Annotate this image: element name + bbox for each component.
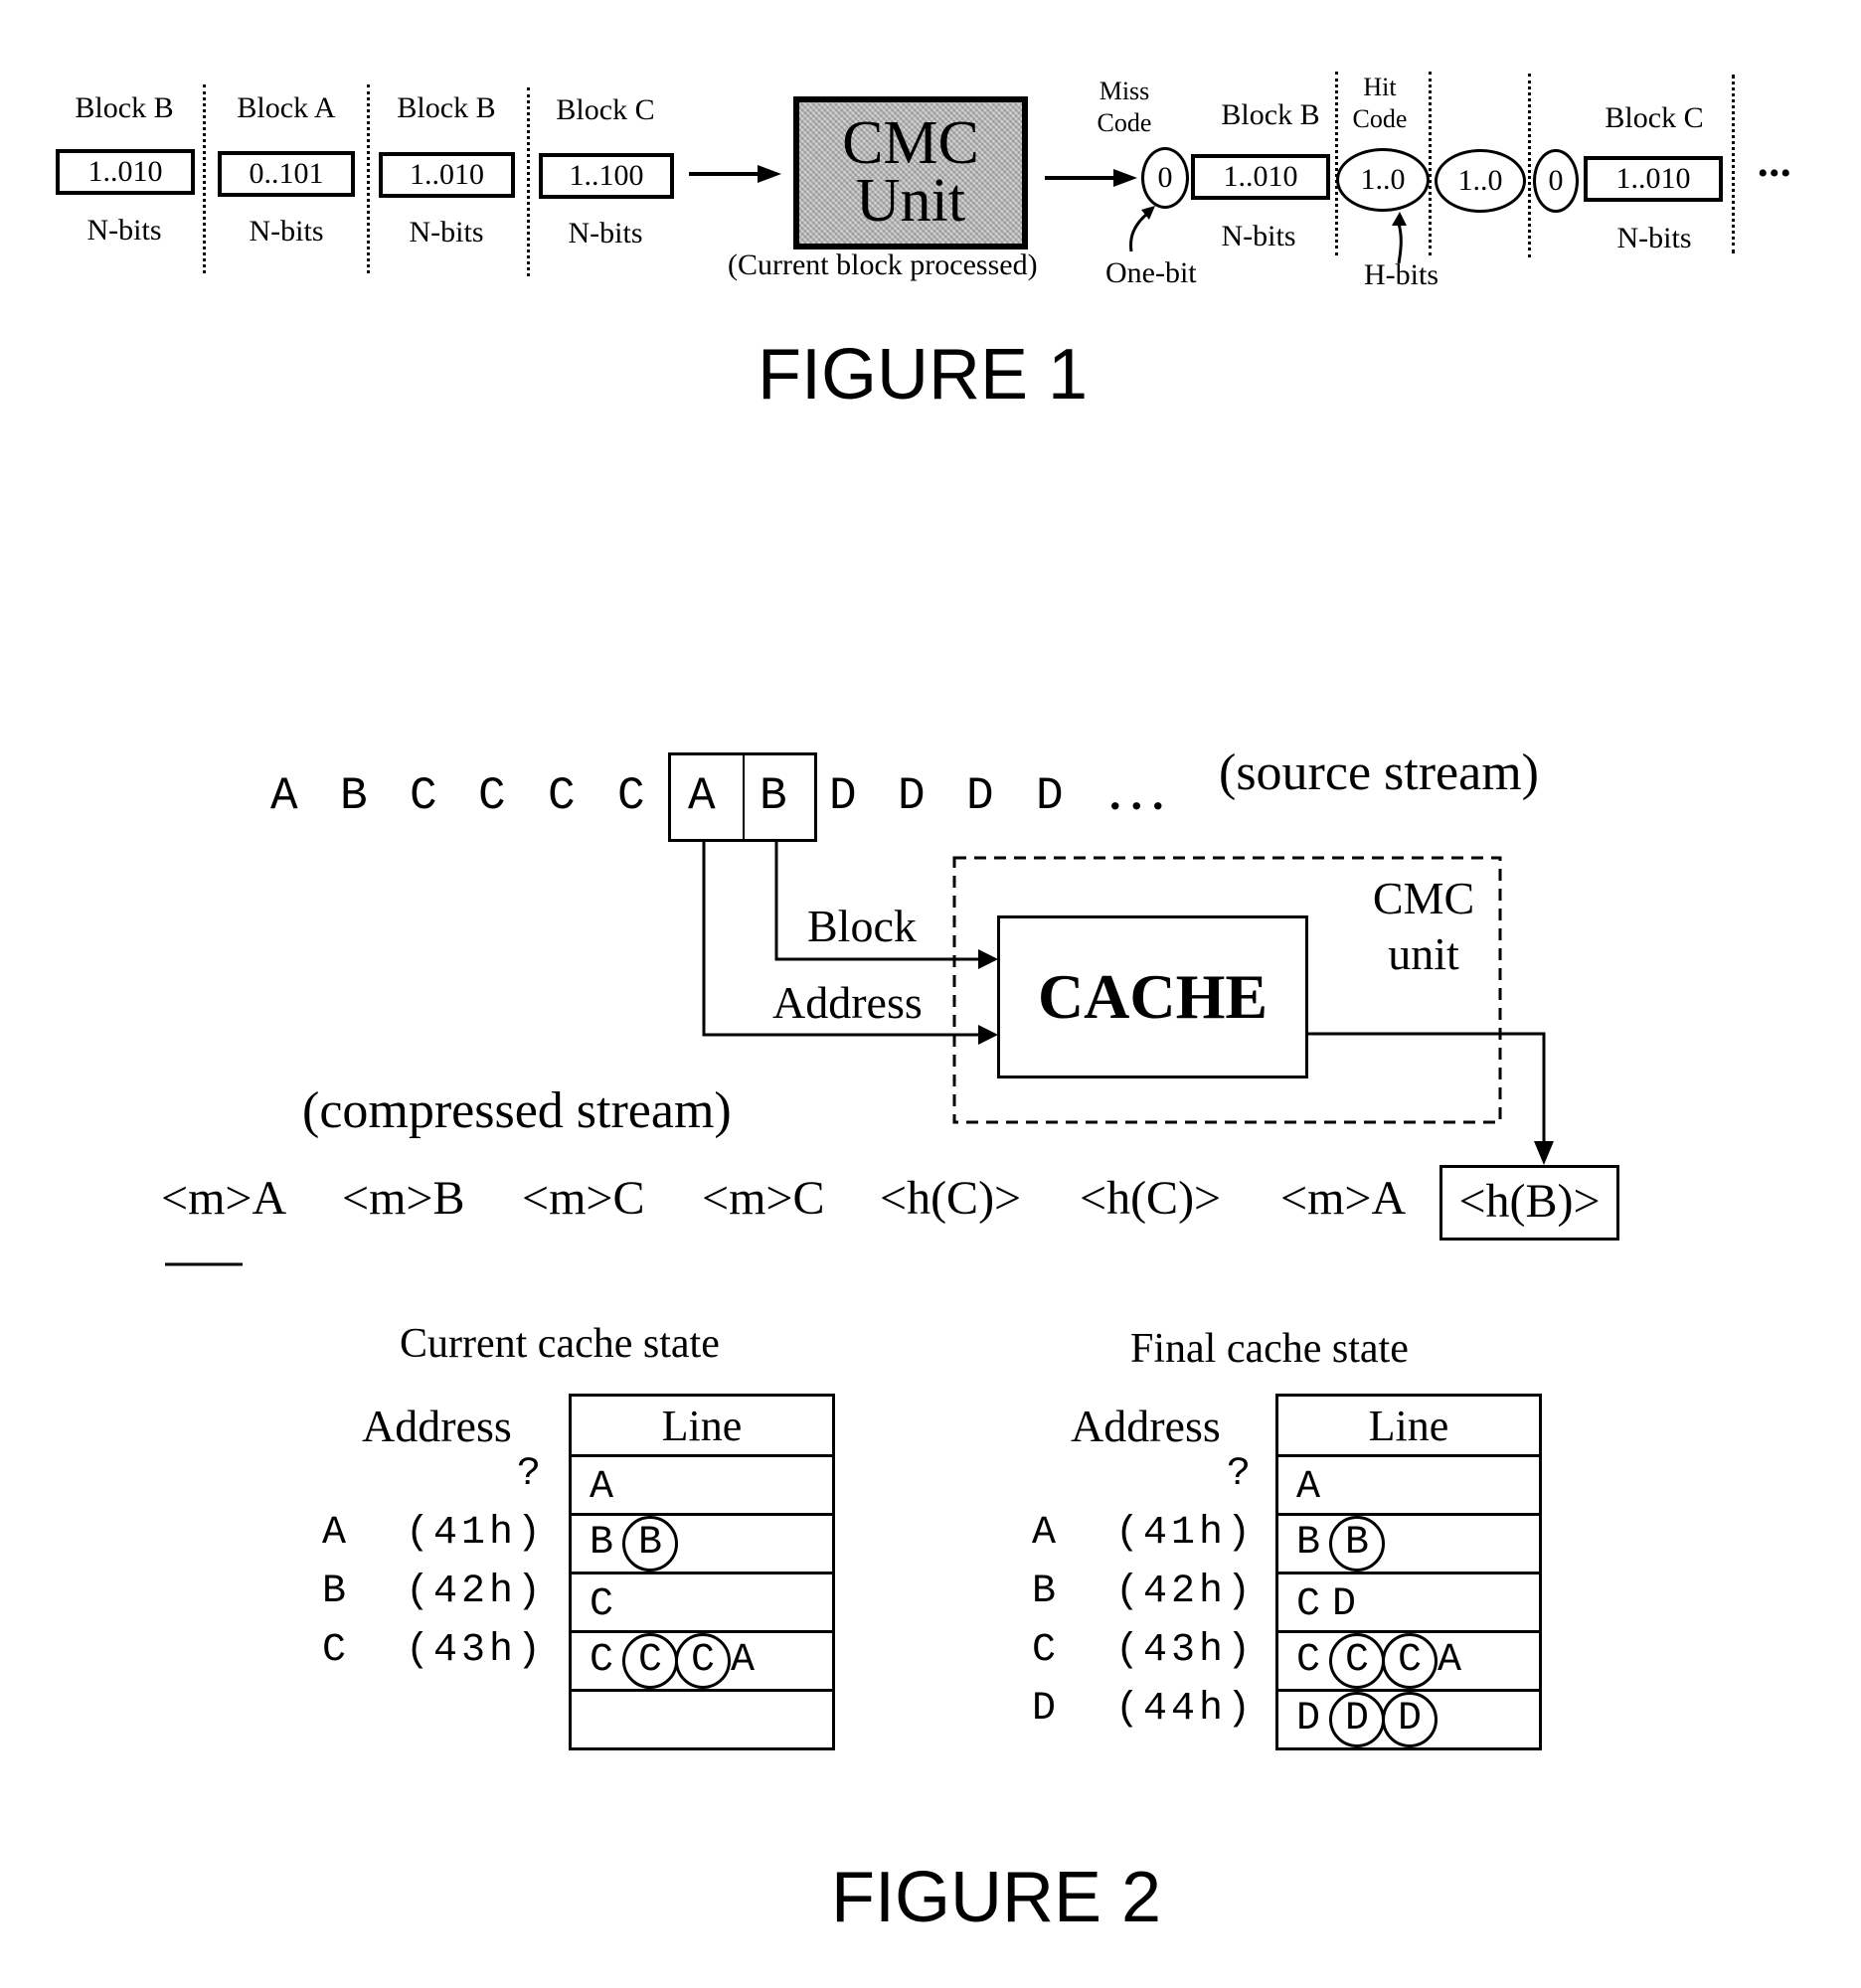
cache-line-cell: CCCA	[569, 1630, 835, 1692]
cache-entry: A	[590, 1465, 614, 1510]
cache-address: B (42h)	[1031, 1570, 1255, 1614]
cache-row: C	[569, 1572, 835, 1633]
cache-row: CD	[1275, 1572, 1542, 1633]
address-input-label: Address	[772, 977, 923, 1028]
final-cache-table: Line ABBCDCCCADDD	[1275, 1394, 1542, 1750]
cache-entry: B	[1296, 1521, 1321, 1566]
cache-hit-circle: B	[622, 1516, 678, 1572]
arrow-head-icon	[978, 949, 998, 969]
cache-entry: A	[731, 1638, 756, 1683]
compressed-token: <m>A	[161, 1172, 287, 1225]
cache-entry: C	[1296, 1582, 1321, 1627]
cmc-unit-label-line1: CMC	[1372, 873, 1475, 923]
compressed-token: <m>B	[342, 1172, 465, 1225]
cache-address: ?	[516, 1452, 545, 1497]
cache-hit-circle: C	[1382, 1633, 1438, 1689]
cache-address: D (44h)	[1031, 1687, 1255, 1732]
cache-line-cell: CCCA	[1275, 1630, 1542, 1692]
cache-entry: C	[1296, 1638, 1321, 1683]
cache-hit-circle: B	[1329, 1516, 1385, 1572]
compressed-token: <h(C)>	[880, 1172, 1022, 1225]
cache-hit-circle: D	[1382, 1692, 1438, 1747]
cache-hit-circle: C	[1329, 1633, 1385, 1689]
cache-line-cell	[569, 1689, 835, 1750]
cache-box: CACHE	[997, 915, 1308, 1078]
cache-row	[569, 1689, 835, 1750]
cache-address: ?	[1226, 1452, 1255, 1497]
cache-entry: A	[1438, 1638, 1462, 1683]
current-cache-title: Current cache state	[400, 1321, 720, 1367]
compressed-token: <m>C	[702, 1172, 825, 1225]
cache-row: CCCA	[569, 1630, 835, 1692]
cache-hit-circle: D	[1329, 1692, 1385, 1747]
cache-line-cell: DDD	[1275, 1689, 1542, 1750]
compressed-token: <m>A	[1280, 1172, 1407, 1225]
cache-row: DDD	[1275, 1689, 1542, 1750]
cache-row: BB	[1275, 1513, 1542, 1574]
cache-row: A	[1275, 1454, 1542, 1516]
cache-entry: A	[1296, 1465, 1321, 1510]
cache-row: A	[569, 1454, 835, 1516]
cache-line-cell: CD	[1275, 1572, 1542, 1633]
arrow-down-icon	[1534, 1141, 1554, 1165]
cache-line-cell: A	[569, 1454, 835, 1516]
cache-entry: C	[590, 1638, 614, 1683]
cmc-unit-label: CMC unit	[1364, 871, 1483, 982]
cache-entry: D	[1332, 1582, 1357, 1627]
data-flow-connectors	[165, 842, 1554, 1266]
line-header: Line	[569, 1394, 835, 1457]
cache-address: C (43h)	[321, 1628, 545, 1673]
line-header: Line	[1275, 1394, 1542, 1457]
arrow-head-icon	[978, 1025, 998, 1045]
current-address-header: Address	[362, 1401, 512, 1451]
current-cache-table: Line ABBCCCCA	[569, 1394, 835, 1750]
cache-hit-circle: C	[675, 1633, 731, 1689]
cache-address: A (41h)	[321, 1511, 545, 1556]
compressed-stream-label: (compressed stream)	[302, 1082, 732, 1139]
cache-address: C (43h)	[1031, 1628, 1255, 1673]
cache-line-cell: BB	[569, 1513, 835, 1574]
cache-address: A (41h)	[1031, 1511, 1255, 1556]
cache-hit-circle: C	[622, 1633, 678, 1689]
output-connector-line	[1308, 1032, 1546, 1143]
compressed-token-highlighted: <h(B)>	[1439, 1165, 1619, 1241]
cache-line-cell: BB	[1275, 1513, 1542, 1574]
final-cache-title: Final cache state	[1130, 1326, 1409, 1372]
cache-address: B (42h)	[321, 1570, 545, 1614]
figure-2-title: FIGURE 2	[831, 1858, 1162, 1937]
compressed-token: <m>C	[522, 1172, 645, 1225]
final-address-header: Address	[1071, 1401, 1221, 1451]
cmc-unit-label-line2: unit	[1388, 928, 1459, 979]
cache-line-cell: A	[1275, 1454, 1542, 1516]
cache-line-cell: C	[569, 1572, 835, 1633]
cache-entry: C	[590, 1582, 614, 1627]
block-input-label: Block	[807, 901, 917, 951]
cache-entry: D	[1296, 1697, 1321, 1741]
cache-entry: B	[590, 1521, 614, 1566]
cache-row: CCCA	[1275, 1630, 1542, 1692]
compressed-token: <h(C)>	[1080, 1172, 1222, 1225]
cache-row: BB	[569, 1513, 835, 1574]
